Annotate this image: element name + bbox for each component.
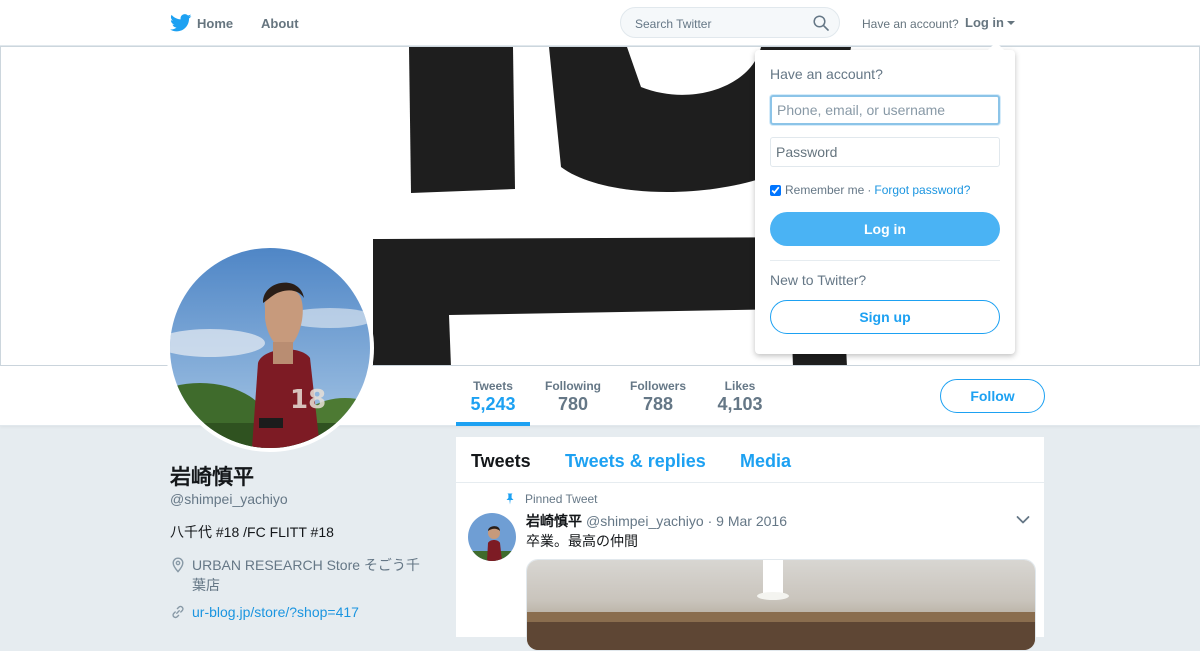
profile-location-text: URBAN RESEARCH Store そごう千葉店	[192, 557, 420, 593]
login-button[interactable]: Log in	[770, 212, 1000, 246]
password-field[interactable]	[770, 137, 1000, 167]
login-toggle-label: Log in	[965, 15, 1004, 30]
search-icon[interactable]	[813, 15, 829, 31]
stat-tweets-value: 5,243	[470, 394, 516, 414]
remember-me-row: Remember me · Forgot password?	[770, 183, 970, 197]
profile-handle[interactable]: @shimpei_yachiyo	[170, 491, 288, 507]
timeline: Tweets Tweets & replies Media Pinned Twe…	[456, 437, 1044, 651]
profile-url: ur-blog.jp/store/?shop=417	[170, 602, 430, 622]
tweet-date[interactable]: 9 Mar 2016	[716, 513, 787, 529]
remember-separator: ·	[867, 183, 872, 197]
profile-location: URBAN RESEARCH Store そごう千葉店	[170, 555, 430, 595]
login-dropdown-title: Have an account?	[770, 66, 883, 82]
username-field[interactable]	[770, 95, 1000, 125]
stat-following-value: 780	[557, 394, 589, 414]
tweet-author-handle[interactable]: @shimpei_yachiyo	[586, 513, 704, 529]
caret-down-icon	[1007, 20, 1015, 25]
profile-name[interactable]: 岩崎慎平	[170, 461, 254, 491]
pin-icon	[506, 493, 514, 505]
new-to-twitter-text: New to Twitter?	[770, 272, 867, 288]
tweet-media-photo[interactable]	[526, 559, 1036, 651]
link-icon	[172, 605, 184, 619]
profile-bio: 八千代 #18 /FC FLITT #18	[170, 524, 334, 540]
forgot-password-link[interactable]: Forgot password?	[874, 183, 970, 197]
stat-followers[interactable]: Followers 788	[625, 366, 691, 426]
tweet-author-name[interactable]: 岩崎慎平	[526, 513, 582, 529]
nav-about-link[interactable]: About	[261, 16, 299, 31]
tab-tweets[interactable]: Tweets	[471, 451, 531, 472]
search-box	[620, 7, 840, 38]
sign-up-button[interactable]: Sign up	[770, 300, 1000, 334]
have-account-text: Have an account?	[862, 17, 959, 31]
remember-me-checkbox[interactable]	[770, 184, 781, 196]
location-pin-icon	[172, 557, 184, 573]
stat-followers-value: 788	[642, 394, 674, 414]
active-tab-underline	[456, 422, 530, 426]
stat-likes[interactable]: Likes 4,103	[710, 366, 770, 426]
tweet-text: 卒業。最高の仲間	[526, 533, 638, 549]
timeline-tabs: Tweets Tweets & replies Media	[456, 437, 1044, 483]
profile-url-link[interactable]: ur-blog.jp/store/?shop=417	[192, 604, 359, 620]
remember-me-label[interactable]: Remember me	[785, 183, 864, 197]
svg-text:18: 18	[290, 385, 326, 415]
avatar-photo: 18	[170, 248, 370, 448]
stat-following[interactable]: Following 780	[540, 366, 606, 426]
chevron-down-icon[interactable]	[1016, 515, 1030, 525]
follow-button[interactable]: Follow	[940, 379, 1045, 413]
tweet-photo-image	[527, 560, 1035, 650]
profile-avatar[interactable]: 18	[166, 244, 374, 452]
stat-following-label: Following	[545, 379, 601, 393]
tweet-avatar[interactable]	[468, 513, 516, 561]
tweet-header: 岩崎慎平 @shimpei_yachiyo · 9 Mar 2016	[526, 511, 787, 531]
nav-home-label: Home	[197, 15, 234, 31]
stat-tweets-label: Tweets	[473, 379, 513, 393]
top-navigation-bar: Home About Have an account? Log in	[0, 0, 1200, 46]
stat-likes-label: Likes	[724, 379, 756, 393]
search-input[interactable]	[633, 14, 807, 33]
tab-tweets-and-replies[interactable]: Tweets & replies	[565, 451, 706, 472]
login-dropdown: Have an account? Remember me · Forgot pa…	[755, 42, 1015, 354]
stat-followers-label: Followers	[629, 379, 686, 393]
pinned-tweet-text: Pinned Tweet	[525, 492, 598, 506]
stat-tweets[interactable]: Tweets 5,243	[456, 366, 530, 426]
nav-home-link[interactable]: Home	[170, 12, 233, 34]
stat-likes-value: 4,103	[717, 394, 763, 414]
login-dropdown-toggle[interactable]: Log in	[965, 15, 1015, 30]
tweet-avatar-photo	[468, 513, 516, 561]
twitter-bird-icon	[170, 14, 192, 32]
tweet-separator: ·	[707, 513, 713, 529]
tab-media[interactable]: Media	[740, 451, 791, 472]
pinned-tweet-label: Pinned Tweet	[504, 492, 598, 506]
dropdown-divider	[770, 260, 1000, 261]
dropdown-arrow	[988, 42, 1004, 50]
